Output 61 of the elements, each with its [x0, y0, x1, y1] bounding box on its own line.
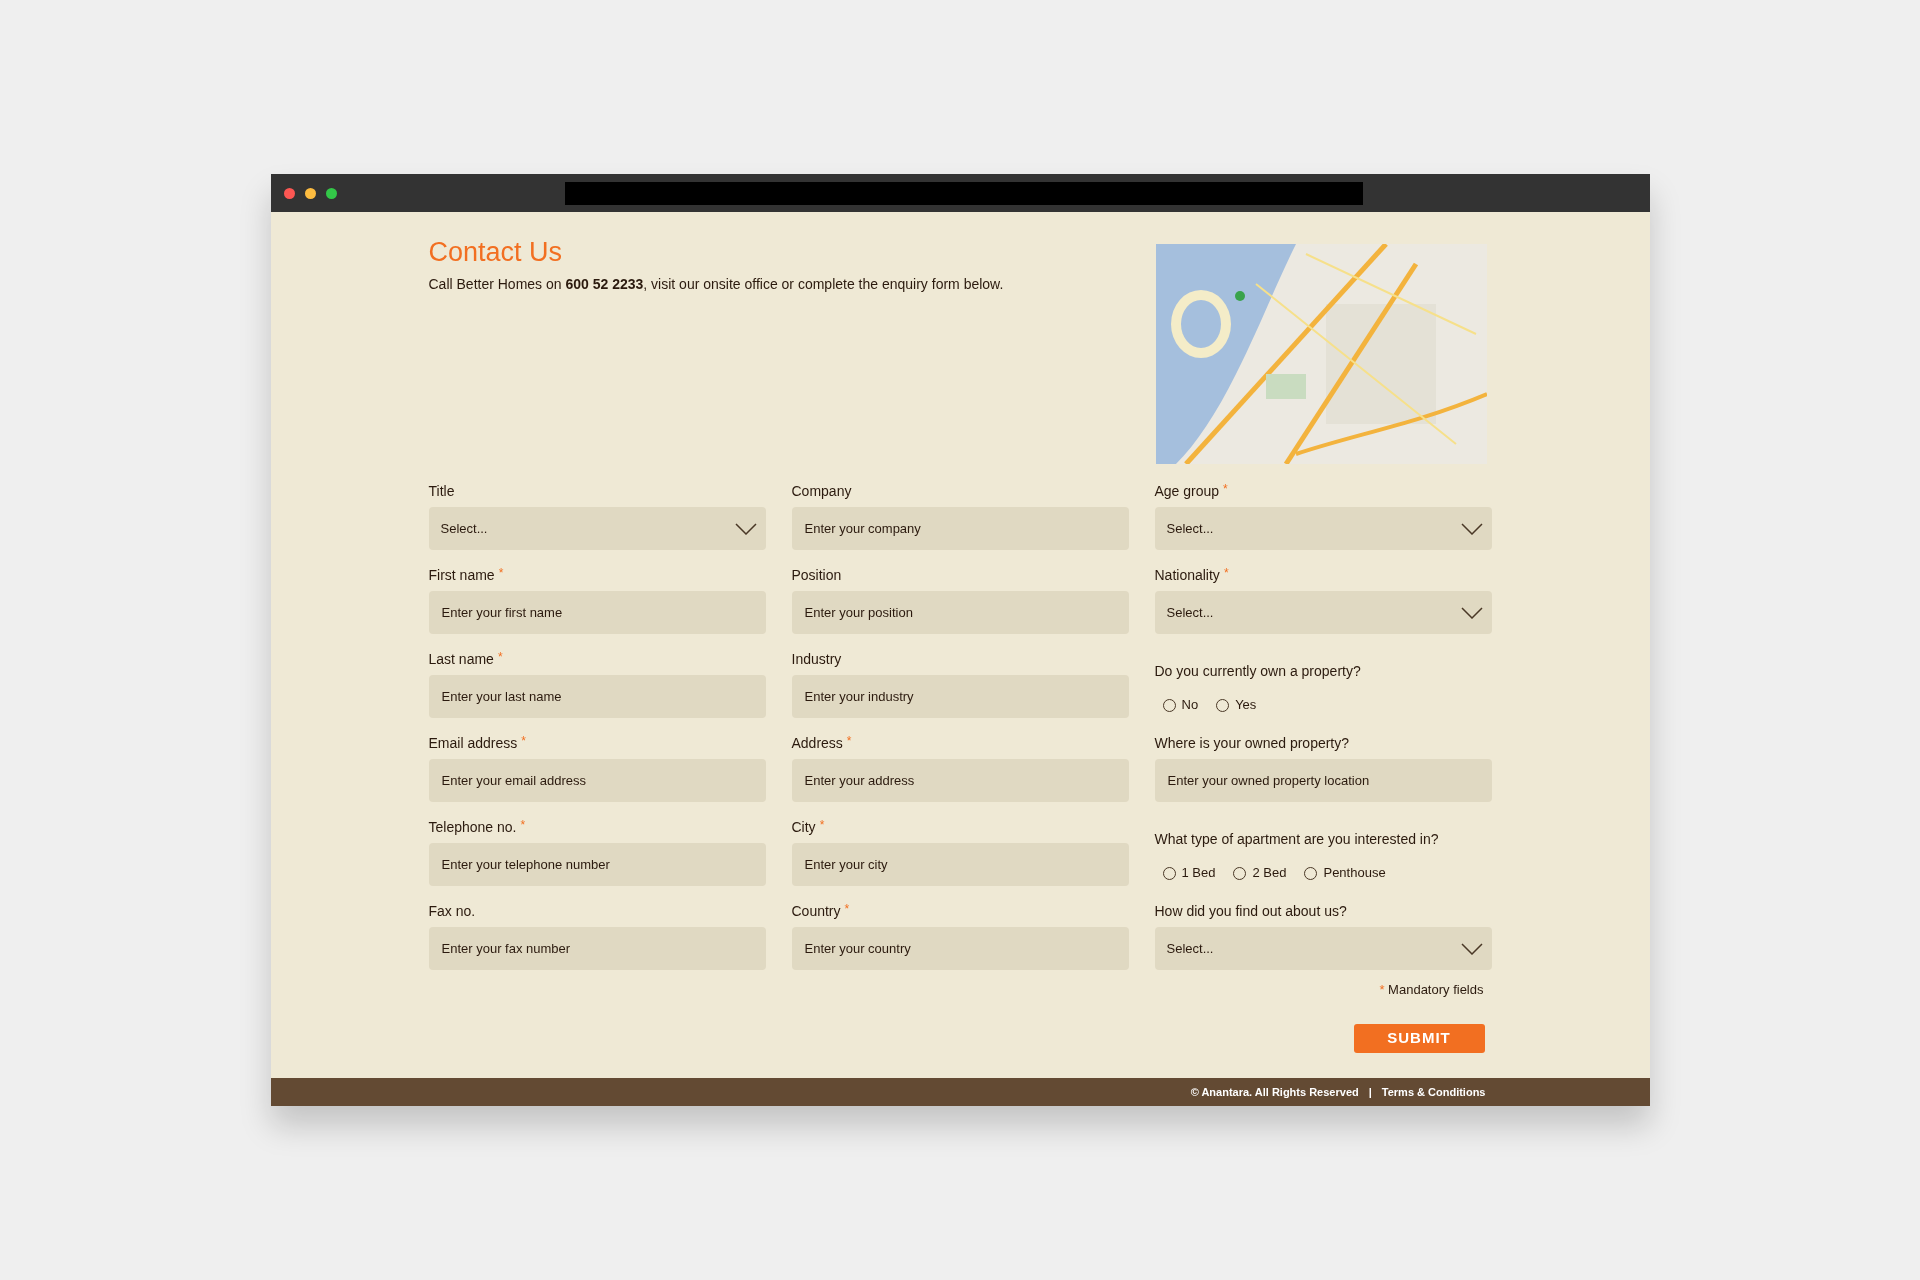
maximize-icon[interactable]	[325, 188, 337, 199]
select-field[interactable]: Select...	[1154, 591, 1492, 634]
required-mark: *	[1223, 481, 1228, 498]
input-field[interactable]: Enter your last name	[428, 675, 766, 718]
chevron-down-icon	[1460, 942, 1483, 955]
select-field[interactable]: Select...	[1154, 507, 1492, 550]
chevron-down-icon	[1460, 606, 1483, 619]
intro-text: Call Better Homes on 600 52 2233, visit our onsite office or complete the enquiry form below.	[428, 275, 1004, 294]
field-label: Country	[791, 901, 841, 921]
field-label: City	[791, 817, 816, 837]
chevron-down-icon	[734, 522, 757, 535]
field-label: Telephone no.	[428, 817, 517, 837]
required-mark: *	[498, 565, 504, 582]
copyright-text: © Anantara. All Rights Reserved	[1190, 1084, 1359, 1100]
field-label: Position	[791, 565, 842, 585]
radio-option[interactable]: Yes	[1216, 695, 1257, 715]
field-label: Email address	[428, 733, 518, 753]
required-mark: *	[521, 733, 526, 750]
input-field[interactable]: Enter your telephone number	[428, 843, 766, 886]
input-field[interactable]: Enter your email address	[428, 759, 766, 802]
input-field[interactable]: Enter your company	[791, 507, 1129, 550]
field-label: Company	[791, 481, 852, 501]
field-label: First name	[428, 565, 495, 585]
input-field[interactable]: Enter your owned property location	[1154, 759, 1492, 802]
field-label: Last name	[428, 649, 494, 669]
input-field[interactable]: Enter your industry	[791, 675, 1129, 718]
radio-option[interactable]: No	[1162, 695, 1199, 715]
field-label: How did you find out about us?	[1154, 901, 1347, 921]
field-label: Age group	[1154, 481, 1220, 501]
page-title: Contact Us	[428, 236, 564, 268]
input-field[interactable]: Enter your position	[791, 591, 1129, 634]
field-label: Fax no.	[428, 901, 476, 921]
required-mark: *	[819, 817, 825, 834]
field-label: Do you currently own a property?	[1154, 661, 1361, 681]
select-field[interactable]: Select...	[1154, 927, 1492, 970]
close-icon[interactable]	[283, 188, 295, 199]
field-label: Industry	[791, 649, 842, 669]
input-field[interactable]: Enter your city	[791, 843, 1129, 886]
radio-option[interactable]: 2 Bed	[1233, 863, 1287, 883]
input-field[interactable]: Enter your country	[791, 927, 1129, 970]
radio-option[interactable]: Penthouse	[1304, 863, 1386, 883]
chevron-down-icon	[1460, 522, 1483, 535]
input-field[interactable]: Enter your address	[791, 759, 1129, 802]
input-field[interactable]: Enter your first name	[428, 591, 766, 634]
field-label: Address	[791, 733, 843, 753]
select-field[interactable]: Select...	[428, 507, 766, 550]
terms-link[interactable]: Terms & Conditions	[1381, 1083, 1486, 1101]
required-mark: *	[846, 733, 852, 750]
minimize-icon[interactable]	[304, 188, 316, 199]
required-mark: *	[497, 649, 503, 666]
required-mark: *	[1223, 565, 1229, 582]
required-mark: *	[520, 817, 526, 834]
field-label: Title	[428, 481, 455, 501]
required-mark: *	[844, 901, 850, 918]
field-label: Where is your owned property?	[1154, 733, 1350, 753]
input-field[interactable]: Enter your fax number	[428, 927, 766, 970]
separator-text: |	[1368, 1084, 1372, 1100]
radio-option[interactable]: 1 Bed	[1162, 863, 1216, 883]
field-label: Nationality	[1154, 565, 1220, 585]
mandatory-note: * Mandatory fields	[1379, 981, 1484, 999]
field-label: What type of apartment are you interested in?	[1154, 829, 1439, 849]
